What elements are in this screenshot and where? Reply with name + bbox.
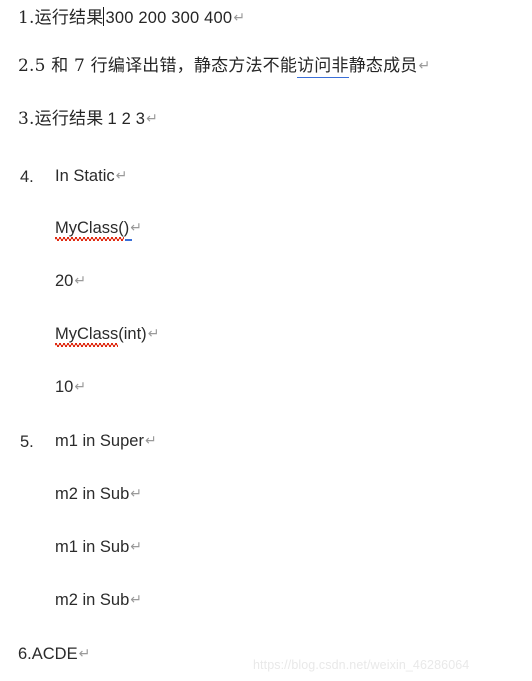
answer-2-text-a: 5 和 7 行编译出错，静态方法不能 (34, 56, 298, 76)
list-number-4: 4. (20, 168, 34, 186)
list-number-5: 5. (20, 433, 34, 451)
answer-6-text: ACDE (31, 645, 78, 663)
answer-2-linked-run[interactable]: 访问非 (297, 56, 349, 78)
answer-line-5a[interactable]: m2 in Sub↵ (55, 486, 532, 503)
paragraph-mark-icon: ↵ (418, 58, 431, 74)
answer-line-1[interactable]: 1.运行结果 300 200 300 400↵ (18, 7, 532, 27)
answer-1-value: 300 200 300 400 (105, 9, 233, 27)
answer-line-4[interactable]: In Static↵ (55, 168, 532, 185)
paragraph-mark-icon: ↵ (147, 326, 160, 342)
answer-5-text: m1 in Super (55, 432, 144, 450)
misspelled-word-myclass: MyClass (55, 325, 119, 346)
answer-4a-tail: ) (123, 219, 132, 240)
answer-4-text: In Static (55, 167, 115, 185)
answer-line-2[interactable]: 2.5 和 7 行编译出错，静态方法不能访问非静态成员↵ (18, 56, 532, 78)
list-number-3: 3. (18, 109, 35, 129)
answer-3-label: 运行结果 (34, 109, 104, 129)
answer-4d-text: 10 (55, 378, 74, 396)
list-number-2: 2. (18, 56, 35, 76)
document-page: 1.运行结果 300 200 300 400↵ 2.5 和 7 行编译出错，静态方… (0, 0, 532, 681)
answer-line-3[interactable]: 3.运行结果 1 2 3↵ (18, 111, 532, 128)
list-number-6: 6. (18, 645, 32, 663)
paragraph-mark-icon: ↵ (130, 486, 143, 502)
paragraph-mark-icon: ↵ (74, 379, 87, 395)
answer-2-text-b: 静态成员 (348, 56, 418, 76)
answer-line-5[interactable]: m1 in Super↵ (55, 433, 532, 450)
answer-4c-tail: (int) (118, 325, 147, 343)
paragraph-mark-icon: ↵ (144, 433, 157, 449)
answer-3-value: 1 2 3 (107, 110, 146, 128)
paragraph-mark-icon: ↵ (130, 539, 143, 555)
paragraph-mark-icon: ↵ (115, 168, 128, 184)
answer-line-4-value-10[interactable]: 10↵ (55, 379, 532, 396)
answer-line-4-value-20[interactable]: 20↵ (55, 273, 532, 290)
answer-4b-text: 20 (55, 272, 74, 290)
paragraph-mark-icon: ↵ (74, 273, 87, 289)
answer-line-4-myclass-default[interactable]: MyClass()↵ (55, 219, 532, 240)
paragraph-mark-icon: ↵ (146, 111, 159, 127)
misspelled-word-myclass: MyClass( (55, 219, 124, 240)
paragraph-mark-icon: ↵ (78, 646, 91, 662)
answer-1-label: 运行结果 (34, 8, 104, 28)
answer-5a-text: m2 in Sub (55, 485, 130, 503)
list-number-1: 1. (18, 8, 35, 28)
watermark-url: https://blog.csdn.net/weixin_46286064 (253, 658, 470, 672)
answer-5b-text: m1 in Sub (55, 538, 130, 556)
paragraph-mark-icon: ↵ (130, 592, 143, 608)
paragraph-mark-icon: ↵ (130, 220, 142, 236)
answer-line-5c[interactable]: m2 in Sub↵ (55, 592, 532, 609)
answer-line-4-myclass-int[interactable]: MyClass(int)↵ (55, 325, 532, 346)
paragraph-mark-icon: ↵ (233, 10, 246, 26)
answer-5c-text: m2 in Sub (55, 591, 130, 609)
answer-line-5b[interactable]: m1 in Sub↵ (55, 539, 532, 556)
